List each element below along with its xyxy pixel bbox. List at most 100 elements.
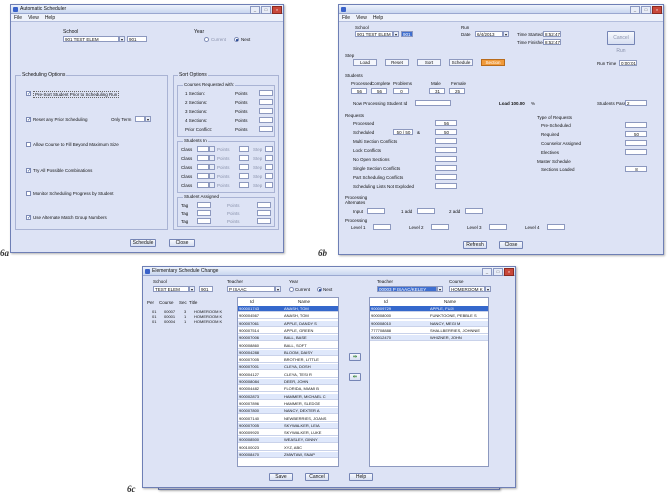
class-dropdown-icon[interactable] <box>209 155 215 161</box>
student-row[interactable]: 900007006 BALL, BASE <box>238 335 338 342</box>
menu-help[interactable]: Help <box>373 15 383 21</box>
student-row[interactable]: 900004482 FLORIDA, MIAMI B <box>238 386 338 393</box>
monitor-checkbox[interactable] <box>26 191 31 196</box>
refresh-button[interactable]: Refresh <box>463 241 487 249</box>
close-button[interactable]: Close <box>169 239 195 247</box>
tag-field[interactable] <box>197 218 211 224</box>
class-points-field[interactable] <box>239 182 249 188</box>
help-button[interactable]: Help <box>349 473 373 481</box>
only-term-select[interactable] <box>135 116 145 122</box>
save-button[interactable]: Save <box>269 473 293 481</box>
section-4-points-field[interactable] <box>259 117 273 123</box>
prior-conflict-points-field[interactable] <box>259 126 273 132</box>
student-row[interactable]: 900008084 DEER, JOHN <box>238 379 338 385</box>
class-select[interactable] <box>197 155 209 161</box>
maximize-icon[interactable]: □ <box>261 6 271 14</box>
class-dropdown-icon[interactable] <box>209 182 215 188</box>
try-all-checkbox[interactable]: ✓ <box>26 168 31 174</box>
teacher2-select[interactable]: 00003 P ISAAC/KELEY <box>377 286 437 292</box>
close-icon[interactable]: × <box>652 6 662 14</box>
student-row[interactable]: 900007140 NEWBERRIES, JOANS <box>238 416 338 422</box>
menu-file[interactable]: File <box>14 15 22 21</box>
teacher-select[interactable]: P ISAAC <box>227 286 275 292</box>
section-1-points-field[interactable] <box>259 90 273 96</box>
student-row[interactable]: 777708888 SHALLBERRIES, JOHNNIE <box>370 328 488 334</box>
teacher2-dropdown-icon[interactable]: ▾ <box>437 286 443 292</box>
cancel-run-button[interactable]: Cancel Run <box>607 31 635 54</box>
student-row[interactable]: 900012470 WHIZNER, JOHN <box>370 335 488 342</box>
minimize-icon[interactable]: _ <box>630 6 640 14</box>
student-row[interactable]: 900007005 SKYWALKER, LEIA <box>238 422 338 429</box>
close-icon[interactable]: × <box>504 268 514 276</box>
maximize-icon[interactable]: □ <box>493 268 503 276</box>
minimize-icon[interactable]: _ <box>482 268 492 276</box>
year-next-radio[interactable] <box>234 37 239 42</box>
school-code-field[interactable]: 901 <box>401 31 413 37</box>
class-points-field[interactable] <box>239 155 249 161</box>
close-button[interactable]: Close <box>499 241 523 249</box>
menu-help[interactable]: Help <box>45 15 55 21</box>
school-dropdown-icon[interactable]: ▾ <box>393 31 399 37</box>
allow-fill-checkbox[interactable] <box>26 142 31 147</box>
move-left-button[interactable]: ⇐ <box>349 373 361 381</box>
student-row[interactable]: 900002873 HAMMER, MICHAEL C <box>238 393 338 400</box>
school-dropdown-icon[interactable]: ▾ <box>119 36 125 42</box>
student-row[interactable]: 900100023 XYZ, ABC <box>238 445 338 451</box>
course-row[interactable]: 01 00004 1 HOMEROOM K <box>148 319 234 324</box>
class-step-field[interactable] <box>265 146 273 152</box>
class-dropdown-icon[interactable] <box>209 146 215 152</box>
student-row[interactable]: 900004567 ANASH, TOM <box>238 313 338 320</box>
schedule-button[interactable]: Schedule <box>130 239 156 247</box>
class-select[interactable] <box>197 164 209 170</box>
class-select[interactable] <box>197 182 209 188</box>
school-code-field[interactable]: 901 <box>199 286 213 292</box>
year-current-radio[interactable] <box>289 287 294 292</box>
tag-field[interactable] <box>197 210 211 216</box>
unassigned-student-list[interactable]: Id Name 900001743 ANASH, TOM 900004567 ANASH,… <box>237 297 339 467</box>
only-term-dropdown-icon[interactable]: ▾ <box>145 116 151 122</box>
school-select[interactable]: 901 TEST ELEM <box>355 31 393 37</box>
course-list[interactable]: 01 00007 3 HOMEROOM K 01 00001 1 HOMEROOM K 01 00… <box>147 308 235 466</box>
class-select[interactable] <box>197 146 209 152</box>
teacher-dropdown-icon[interactable]: ▾ <box>275 286 281 292</box>
course-select[interactable]: HOMEROOM K <box>449 286 485 292</box>
tag-points-field[interactable] <box>257 218 271 224</box>
student-row[interactable]: 900007514 APPLE, GREEN <box>238 328 338 334</box>
tag-points-field[interactable] <box>257 202 271 208</box>
student-row[interactable]: 900008860 BALL, SOFT <box>238 343 338 349</box>
class-points-field[interactable] <box>239 146 249 152</box>
student-row[interactable]: 900008000 FUNKTOONE, PEBBLE S <box>370 313 488 320</box>
year-current-radio[interactable] <box>204 37 209 42</box>
section-3-points-field[interactable] <box>259 108 273 114</box>
student-row[interactable]: 900007800 NANCY, DEXTER A <box>238 408 338 415</box>
student-row[interactable]: 900009729 APPLE, FUJI <box>370 306 488 312</box>
school-select[interactable]: TEST ELEM <box>153 286 189 292</box>
alternate-match-checkbox[interactable]: ✓ <box>26 215 31 221</box>
minimize-icon[interactable]: _ <box>250 6 260 14</box>
year-next-radio[interactable] <box>317 287 322 292</box>
student-row[interactable]: 900007896 HAMMER, SLEDGE <box>238 401 338 407</box>
presort-checkbox[interactable]: ✓ <box>26 91 31 97</box>
student-row[interactable]: 900004288 BLOOM, DAISY <box>238 349 338 356</box>
menu-file[interactable]: File <box>342 15 350 21</box>
student-row[interactable]: 900008470 ZMWTAW, SNAP <box>238 452 338 458</box>
student-row[interactable]: 900001743 ANASH, TOM <box>238 306 338 312</box>
class-points-field[interactable] <box>239 173 249 179</box>
date-dropdown-icon[interactable]: ▾ <box>503 31 509 37</box>
class-dropdown-icon[interactable] <box>209 173 215 179</box>
maximize-icon[interactable]: □ <box>641 6 651 14</box>
tag-points-field[interactable] <box>257 210 271 216</box>
student-row[interactable]: 900009920 SKYWALKER, LUKE <box>238 430 338 437</box>
close-icon[interactable]: × <box>272 6 282 14</box>
menu-view[interactable]: View <box>356 15 367 21</box>
cancel-button[interactable]: Cancel <box>305 473 329 481</box>
menu-view[interactable]: View <box>28 15 39 21</box>
class-step-field[interactable] <box>265 164 273 170</box>
student-row[interactable]: 900007005 BROTHER, LITTLE <box>238 357 338 364</box>
class-step-field[interactable] <box>265 173 273 179</box>
class-step-field[interactable] <box>265 182 273 188</box>
school-select[interactable]: 901 TEST ELEM <box>63 36 119 42</box>
school-dropdown-icon[interactable]: ▾ <box>189 286 195 292</box>
class-step-field[interactable] <box>265 155 273 161</box>
assigned-student-list[interactable]: Id Name 900009729 APPLE, FUJI 900008000 FUNKT… <box>369 297 489 467</box>
